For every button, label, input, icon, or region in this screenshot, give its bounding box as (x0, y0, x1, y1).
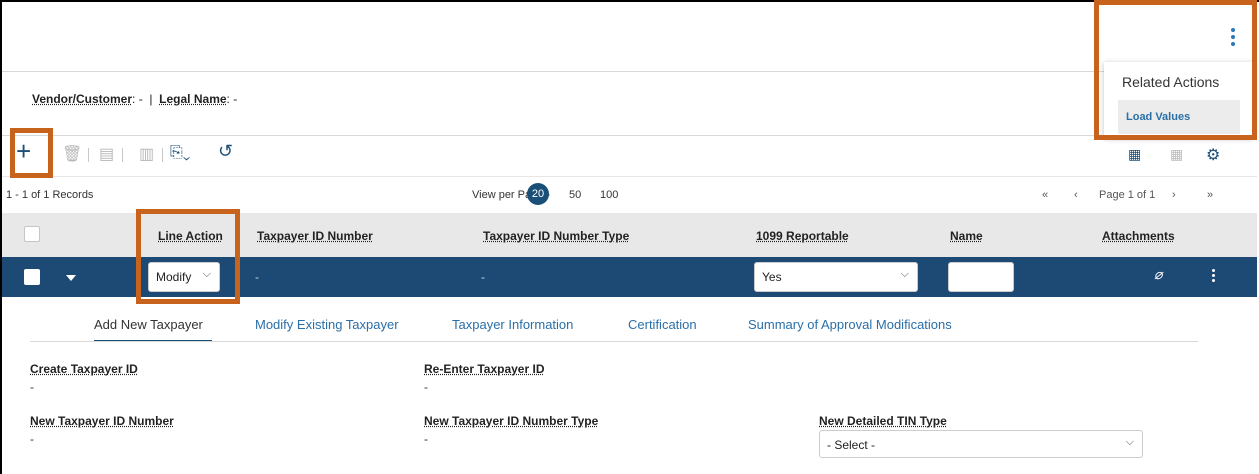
tab-modify-existing-taxpayer[interactable]: Modify Existing Taxpayer (255, 317, 399, 332)
toolbar-divider (162, 148, 163, 162)
col-line-action[interactable]: Line Action (158, 229, 223, 243)
select-all-checkbox[interactable] (24, 226, 40, 242)
records-bar: 1 - 1 of 1 Records View per Page - 20 50… (2, 176, 1257, 212)
tabs-divider (30, 341, 1198, 342)
table-header: Line Action Taxpayer ID Number Taxpayer … (2, 213, 1257, 257)
toolbar-divider (88, 148, 89, 162)
first-page-icon[interactable]: « (1042, 189, 1048, 201)
trash-icon[interactable]: 🗑 (62, 144, 82, 164)
grid-toolbar: + 🗑 ▤ ▥ ⎘⌄ ↺ ▦ ▦ ⚙ (2, 136, 1257, 174)
vendor-label: Vendor/Customer (32, 92, 133, 106)
per-page-100[interactable]: 100 (600, 189, 618, 201)
reenter-taxpayer-id-value: - (424, 380, 428, 394)
tin-type-value: - Select - (827, 438, 876, 452)
per-page-50[interactable]: 50 (569, 189, 581, 201)
page-indicator: Page 1 of 1 (1099, 189, 1156, 201)
taxpayer-id-cell: - (255, 270, 259, 284)
plus-icon[interactable]: + (16, 136, 31, 167)
col-attachments[interactable]: Attachments (1102, 229, 1175, 243)
legal-name-label: Legal Name (159, 92, 227, 106)
name-input[interactable] (948, 262, 1014, 292)
create-taxpayer-id-value: - (30, 380, 34, 394)
tin-type-select[interactable]: - Select - ⌵ (819, 430, 1143, 458)
reportable-select[interactable]: Yes ⌵ (754, 262, 918, 292)
line-action-select[interactable]: Modify ⌵ (148, 262, 220, 292)
tab-summary-approval-modifications[interactable]: Summary of Approval Modifications (748, 317, 952, 332)
col-1099-reportable[interactable]: 1099 Reportable (756, 229, 849, 243)
new-taxpayer-id-label: New Taxpayer ID Number (30, 414, 174, 428)
next-page-icon[interactable]: › (1172, 189, 1176, 201)
chevron-down-icon: ⌵ (900, 268, 909, 280)
last-page-icon[interactable]: » (1207, 189, 1213, 201)
expand-row-icon[interactable] (66, 275, 76, 281)
new-taxpayer-id-value: - (30, 432, 34, 446)
tab-add-new-taxpayer[interactable]: Add New Taxpayer (94, 317, 203, 332)
vendor-info: Vendor/Customer: - | Legal Name: - (32, 92, 238, 106)
refresh-icon[interactable]: ↺ (218, 141, 233, 162)
reportable-value: Yes (762, 270, 782, 284)
vendor-sep: | (149, 92, 153, 106)
create-taxpayer-id-label: Create Taxpayer ID (30, 362, 138, 376)
related-actions-title: Related Actions (1122, 74, 1220, 90)
table-view-icon[interactable]: ▦ (1170, 146, 1183, 163)
paste-icon[interactable]: ▥ (139, 144, 154, 164)
grid-view-icon[interactable]: ▦ (1128, 146, 1141, 163)
top-header (2, 2, 1257, 72)
divider (2, 135, 1257, 136)
col-taxpayer-id-type[interactable]: Taxpayer ID Number Type (483, 229, 629, 243)
new-taxpayer-id-type-value: - (424, 432, 428, 446)
related-actions-menu: Related Actions Load Values (1104, 62, 1254, 138)
tin-type-label: New Detailed TIN Type (819, 414, 947, 428)
taxpayer-id-type-cell: - (481, 270, 485, 284)
paperclip-icon[interactable]: ⌀ (1154, 266, 1162, 283)
toolbar-divider (122, 148, 123, 162)
col-name[interactable]: Name (950, 229, 983, 243)
load-values-menu-item[interactable]: Load Values (1118, 100, 1240, 134)
tab-bar: Add New Taxpayer Modify Existing Taxpaye… (2, 297, 1257, 343)
line-action-value: Modify (156, 270, 192, 284)
chevron-down-icon: ⌵ (1125, 436, 1134, 448)
new-taxpayer-id-type-label: New Taxpayer ID Number Type (424, 414, 599, 428)
per-page-20[interactable]: 20 (527, 183, 549, 205)
vendor-value: - (138, 92, 143, 106)
chevron-down-icon: ⌵ (202, 268, 211, 280)
legal-name-value: - (233, 92, 238, 106)
table-row: Modify ⌵ - - Yes ⌵ ⌀ (2, 257, 1257, 297)
tab-taxpayer-information[interactable]: Taxpayer Information (452, 317, 573, 332)
copy-icon[interactable]: ▤ (99, 144, 114, 164)
gear-icon[interactable]: ⚙ (1206, 145, 1220, 165)
reenter-taxpayer-id-label: Re-Enter Taxpayer ID (424, 362, 545, 376)
export-icon[interactable]: ⎘⌄ (170, 144, 190, 162)
col-taxpayer-id[interactable]: Taxpayer ID Number (257, 229, 373, 243)
tab-certification[interactable]: Certification (628, 317, 697, 332)
related-actions-kebab-icon[interactable] (1228, 28, 1238, 52)
row-checkbox[interactable] (24, 269, 40, 285)
row-actions-kebab-icon[interactable] (1212, 269, 1216, 284)
records-count: 1 - 1 of 1 Records (6, 189, 94, 201)
prev-page-icon[interactable]: ‹ (1074, 189, 1078, 201)
